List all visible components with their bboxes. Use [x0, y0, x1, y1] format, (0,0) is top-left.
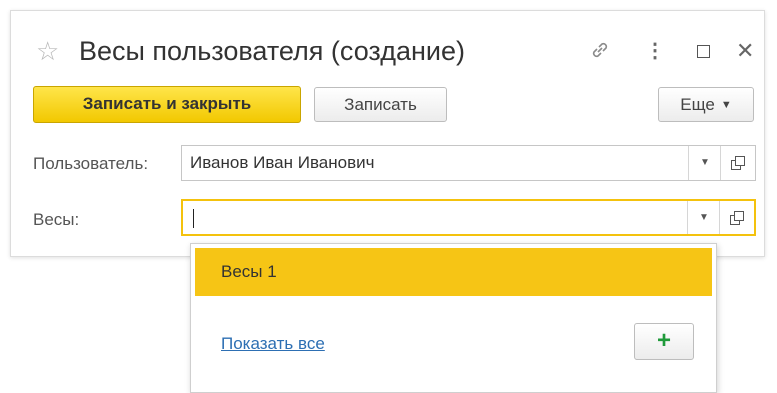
- star-icon[interactable]: ☆: [36, 36, 59, 66]
- user-label: Пользователь:: [33, 154, 149, 173]
- more-actions-label: Еще: [680, 95, 715, 114]
- link-icon[interactable]: [589, 39, 611, 67]
- save-and-close-button[interactable]: Записать и закрыть: [33, 86, 301, 123]
- window-title: Весы пользователя (создание): [79, 36, 465, 66]
- close-icon[interactable]: ✕: [736, 39, 754, 63]
- dropdown-item-label: Весы 1: [221, 262, 277, 281]
- save-button[interactable]: Записать: [314, 87, 447, 122]
- scales-label: Весы:: [33, 210, 80, 229]
- more-vertical-icon[interactable]: ⋮: [645, 39, 665, 63]
- show-all-link[interactable]: Показать все: [221, 334, 325, 354]
- open-form-icon[interactable]: [720, 146, 755, 180]
- dropdown-item[interactable]: Весы 1: [195, 248, 712, 296]
- user-field-value: Иванов Иван Иванович: [190, 153, 375, 172]
- open-form-icon[interactable]: [719, 201, 754, 234]
- scales-field[interactable]: ▼: [181, 199, 756, 236]
- form-window: ☆ Весы пользователя (создание) ⋮ ✕ Запис…: [10, 10, 765, 257]
- restore-window-icon[interactable]: [697, 39, 710, 64]
- chevron-down-icon: ▼: [720, 99, 732, 111]
- user-field[interactable]: Иванов Иван Иванович ▼: [181, 145, 756, 181]
- chevron-down-icon[interactable]: ▼: [688, 146, 721, 180]
- text-cursor: [193, 209, 194, 228]
- plus-icon: +: [656, 327, 671, 354]
- add-button[interactable]: +: [634, 323, 694, 360]
- scales-dropdown: Весы 1 Показать все +: [190, 243, 717, 393]
- more-actions-button[interactable]: Еще ▼: [658, 87, 754, 122]
- chevron-down-icon[interactable]: ▼: [687, 201, 720, 234]
